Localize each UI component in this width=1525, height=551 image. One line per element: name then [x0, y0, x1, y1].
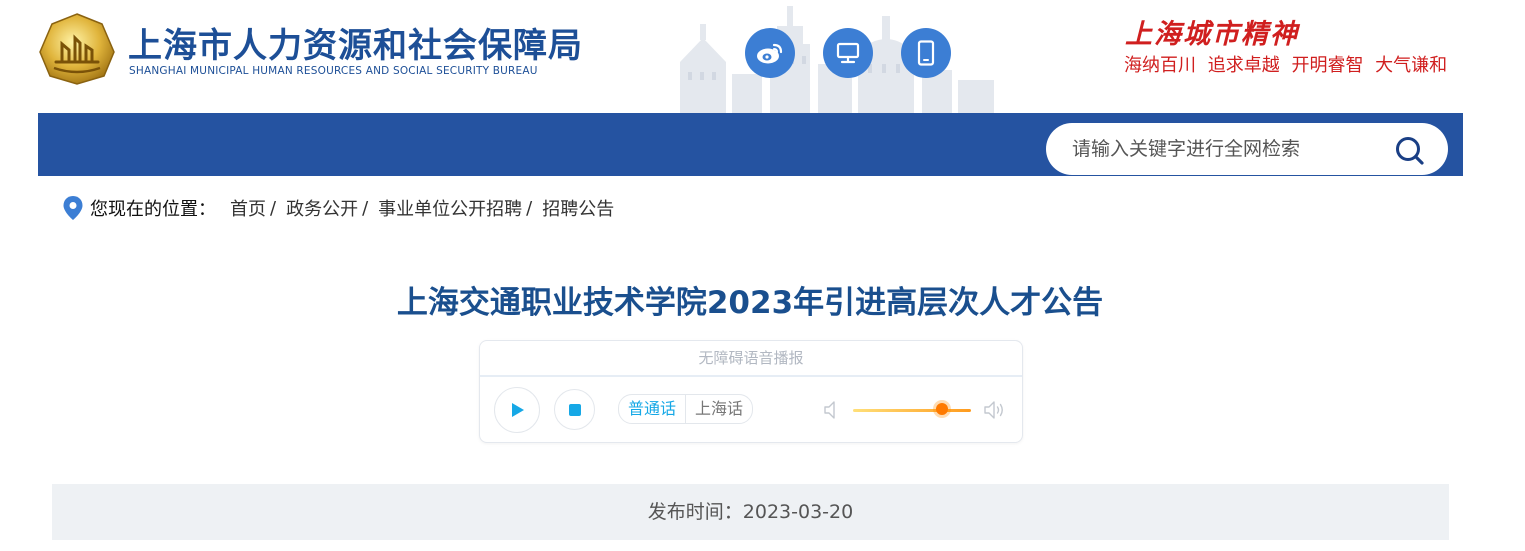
language-switch: 普通话 上海话 [618, 394, 754, 424]
publish-date-bar: 发布时间：2023-03-20 [52, 484, 1449, 540]
search-icon [1396, 137, 1424, 165]
breadcrumb-separator: / [526, 197, 533, 219]
stop-icon [568, 403, 581, 416]
desktop-icon [836, 42, 860, 64]
volume-high-icon [984, 401, 1003, 419]
main-navbar [38, 113, 1463, 176]
breadcrumb-separator: / [270, 197, 277, 219]
city-spirit-title: 上海城市精神 [1125, 19, 1299, 50]
search-button[interactable] [1394, 135, 1426, 167]
breadcrumb-item-gov-affairs[interactable]: 政务公开 [286, 195, 358, 221]
breadcrumb-item-recruitment-notice[interactable]: 招聘公告 [542, 195, 614, 221]
desktop-site-button[interactable] [823, 28, 873, 78]
language-option-shanghainese[interactable]: 上海话 [686, 395, 752, 423]
language-option-mandarin[interactable]: 普通话 [619, 395, 687, 423]
article-title: 上海交通职业技术学院2023年引进高层次人才公告 [396, 285, 1104, 321]
site-search [1046, 123, 1448, 175]
weibo-button[interactable] [745, 28, 795, 78]
org-name-cn[interactable]: 上海市人力资源和社会保障局 [128, 18, 583, 67]
accessibility-voice-player: 无障碍语音播报 普通话 上海话 [479, 340, 1023, 443]
breadcrumb-item-home[interactable]: 首页 [230, 195, 266, 221]
mobile-site-button[interactable] [901, 28, 951, 78]
play-icon [512, 403, 524, 417]
breadcrumb: 您现在的位置： 首页 / 政务公开 / 事业单位公开招聘 / 招聘公告 [62, 194, 614, 222]
location-pin-icon [63, 196, 83, 220]
volume-slider-handle[interactable] [936, 403, 948, 415]
breadcrumb-separator: / [362, 197, 369, 219]
breadcrumb-item-public-recruitment[interactable]: 事业单位公开招聘 [378, 195, 522, 221]
weibo-icon [757, 43, 783, 64]
site-header: 上海市人力资源和社会保障局 SHANGHAI MUNICIPAL HUMAN R… [0, 0, 1525, 113]
play-button[interactable] [494, 387, 540, 433]
bureau-emblem-icon[interactable] [38, 12, 116, 86]
org-name-en: SHANGHAI MUNICIPAL HUMAN RESOURCES AND S… [129, 65, 538, 77]
volume-slider[interactable] [853, 409, 971, 412]
publish-date: 发布时间：2023-03-20 [647, 501, 854, 523]
mobile-icon [917, 40, 935, 66]
city-spirit-motto: 海纳百川 追求卓越 开明睿智 大气谦和 [1124, 55, 1448, 76]
search-input[interactable] [1072, 123, 1372, 175]
player-header: 无障碍语音播报 [480, 341, 1022, 377]
stop-button[interactable] [554, 389, 595, 430]
breadcrumb-label: 您现在的位置： [90, 199, 216, 220]
volume-low-icon [824, 401, 835, 419]
